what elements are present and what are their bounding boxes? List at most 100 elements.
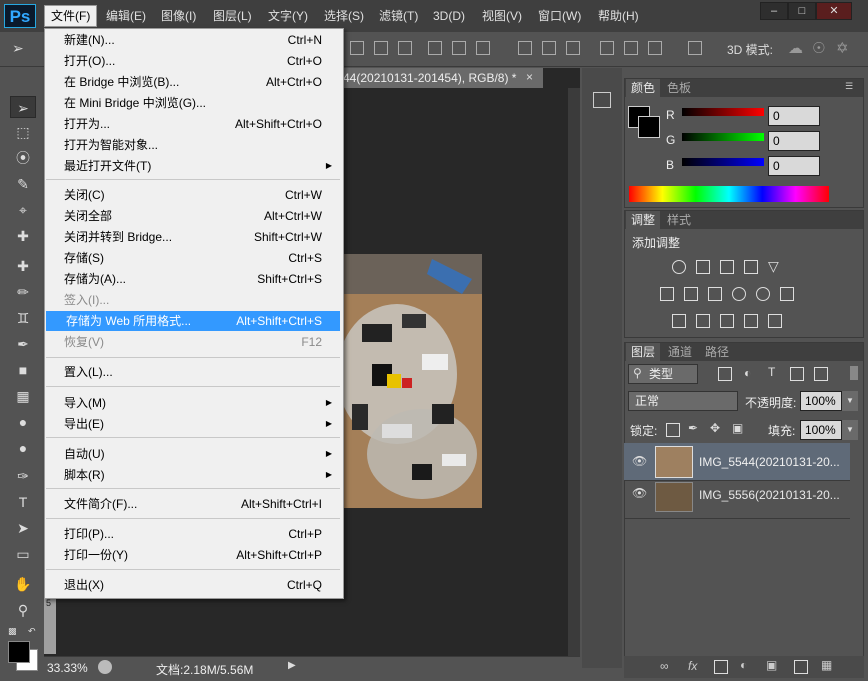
healing-brush-tool-icon[interactable]: ✚ <box>10 255 36 277</box>
auto-align-icon[interactable] <box>688 41 702 55</box>
3d-roll-icon[interactable]: ☉ <box>812 39 825 57</box>
tab-channels[interactable]: 通道 <box>663 343 697 361</box>
align-left-icon[interactable] <box>428 41 442 55</box>
file-menu-item[interactable]: 打印(P)... Ctrl+P <box>44 524 340 544</box>
file-menu-item[interactable]: 退出(X) Ctrl+Q <box>44 575 340 595</box>
slider-g[interactable] <box>682 133 764 141</box>
align-bottom-icon[interactable] <box>398 41 412 55</box>
filter-adjustment-icon[interactable]: ◐ <box>744 366 751 380</box>
new-group-icon[interactable]: ▣ <box>766 658 777 672</box>
hue-saturation-icon[interactable] <box>660 287 674 301</box>
file-menu-item[interactable]: 自动(U) ▶ <box>44 444 340 464</box>
zoom-level[interactable]: 33.33% <box>47 661 88 675</box>
menu-select[interactable]: 选择(S) <box>318 6 370 26</box>
filter-pixel-icon[interactable] <box>718 367 732 381</box>
vibrance-icon[interactable]: ▽ <box>768 258 779 275</box>
visibility-eye-icon[interactable]: 👁 <box>632 486 647 500</box>
file-menu-item[interactable]: 打印一份(Y) Alt+Shift+Ctrl+P <box>44 545 340 565</box>
dodge-tool-icon[interactable]: ● <box>10 437 36 459</box>
3d-rotate-icon[interactable]: ☁ <box>788 39 803 57</box>
menu-help[interactable]: 帮助(H) <box>592 6 645 26</box>
file-menu-item[interactable]: 在 Bridge 中浏览(B)... Alt+Ctrl+O <box>44 72 340 92</box>
file-menu-item[interactable]: 关闭(C) Ctrl+W <box>44 185 340 205</box>
layer-name[interactable]: IMG_5544(20210131-20... <box>699 455 840 469</box>
tab-layers[interactable]: 图层 <box>626 343 661 361</box>
panel-menu-icon[interactable]: ☰ <box>845 81 853 92</box>
menu-filter[interactable]: 滤镜(T) <box>373 6 424 26</box>
history-brush-tool-icon[interactable]: ✒ <box>10 333 36 355</box>
minimize-icon[interactable]: – <box>760 2 788 20</box>
layer-style-icon[interactable]: fx <box>688 659 697 673</box>
slider-b[interactable] <box>682 158 764 166</box>
tab-swatches[interactable]: 色板 <box>662 79 696 97</box>
close-tab-icon[interactable]: × <box>526 70 533 84</box>
file-menu-item[interactable]: 打开为... Alt+Shift+Ctrl+O <box>44 114 340 134</box>
brightness-contrast-icon[interactable] <box>672 260 686 274</box>
slider-r[interactable] <box>682 108 764 116</box>
channel-b-value[interactable]: 0 <box>768 156 820 176</box>
eraser-tool-icon[interactable]: ■ <box>10 359 36 381</box>
color-lookup-icon[interactable] <box>780 287 794 301</box>
filter-shape-icon[interactable] <box>790 367 804 381</box>
distribute-vcenter-icon[interactable] <box>542 41 556 55</box>
distribute-bottom-icon[interactable] <box>566 41 580 55</box>
path-select-tool-icon[interactable]: ➤ <box>10 517 36 539</box>
quick-select-tool-icon[interactable]: ✎ <box>10 173 36 195</box>
photo-filter-icon[interactable] <box>732 287 746 301</box>
menu-image[interactable]: 图像(I) <box>155 6 202 26</box>
file-menu-item[interactable]: 打开为智能对象... <box>44 135 340 155</box>
menu-view[interactable]: 视图(V) <box>476 6 528 26</box>
vertical-scrollbar[interactable] <box>568 88 580 656</box>
link-layers-icon[interactable]: ∞ <box>660 659 669 673</box>
channel-r-value[interactable]: 0 <box>768 106 820 126</box>
brush-tool-icon[interactable]: ✏ <box>10 281 36 303</box>
tab-color[interactable]: 颜色 <box>626 79 661 97</box>
gradient-tool-icon[interactable]: ▦ <box>10 385 36 407</box>
filter-type-icon[interactable]: T <box>768 365 775 379</box>
distribute-left-icon[interactable] <box>600 41 614 55</box>
align-right-icon[interactable] <box>476 41 490 55</box>
file-menu-item[interactable]: 最近打开文件(T) ▶ <box>44 156 340 176</box>
menu-file[interactable]: 文件(F) <box>44 5 98 27</box>
status-options-icon[interactable] <box>98 660 112 674</box>
selective-color-icon[interactable] <box>744 314 758 328</box>
lock-position-icon[interactable]: ✥ <box>710 421 720 435</box>
visibility-eye-icon[interactable]: 👁 <box>632 454 647 468</box>
fill-dropdown-icon[interactable]: ▼ <box>842 420 858 440</box>
file-menu-item[interactable]: 新建(N)... Ctrl+N <box>44 30 340 50</box>
menu-type[interactable]: 文字(Y) <box>262 6 314 26</box>
file-menu-item[interactable]: 存储(S) Ctrl+S <box>44 248 340 268</box>
menu-edit[interactable]: 编辑(E) <box>100 6 152 26</box>
align-top-icon[interactable] <box>350 41 364 55</box>
black-white-icon[interactable] <box>708 287 722 301</box>
tab-adjustments[interactable]: 调整 <box>626 211 661 229</box>
lock-all-icon[interactable]: ▣ <box>732 421 743 435</box>
file-menu-item[interactable]: 脚本(R) ▶ <box>44 465 340 485</box>
menu-3d[interactable]: 3D(D) <box>427 6 471 26</box>
move-tool-icon[interactable]: ➢ <box>10 96 36 118</box>
delete-layer-icon[interactable]: ▦ <box>821 658 832 672</box>
pen-tool-icon[interactable]: ✑ <box>10 465 36 487</box>
file-menu-item[interactable]: 导出(E) ▶ <box>44 414 340 434</box>
align-vcenter-icon[interactable] <box>374 41 388 55</box>
menu-window[interactable]: 窗口(W) <box>532 6 587 26</box>
distribute-top-icon[interactable] <box>518 41 532 55</box>
levels-icon[interactable] <box>696 260 710 274</box>
zoom-tool-icon[interactable]: ⚲ <box>10 599 36 621</box>
marquee-tool-icon[interactable]: ⬚ <box>10 121 36 143</box>
opacity-dropdown-icon[interactable]: ▼ <box>842 391 858 411</box>
file-menu-item[interactable]: 置入(L)... <box>44 362 340 382</box>
file-menu-item[interactable]: 导入(M) ▶ <box>44 393 340 413</box>
shape-tool-icon[interactable]: ▭ <box>10 543 36 565</box>
file-menu-item[interactable]: 存储为(A)... Shift+Ctrl+S <box>44 269 340 289</box>
distribute-hcenter-icon[interactable] <box>624 41 638 55</box>
blur-tool-icon[interactable]: ● <box>10 411 36 433</box>
layer-name[interactable]: IMG_5556(20210131-20... <box>699 488 840 502</box>
hand-tool-icon[interactable]: ✋ <box>10 573 36 595</box>
swap-colors-icon[interactable]: ↶ <box>28 626 36 637</box>
file-menu-item[interactable]: 在 Mini Bridge 中浏览(G)... <box>44 93 340 113</box>
blend-mode-select[interactable]: 正常 <box>628 391 738 411</box>
status-menu-arrow-icon[interactable]: ▶ <box>288 660 296 671</box>
add-mask-icon[interactable] <box>714 660 728 674</box>
opacity-input[interactable]: 100% <box>800 391 842 411</box>
